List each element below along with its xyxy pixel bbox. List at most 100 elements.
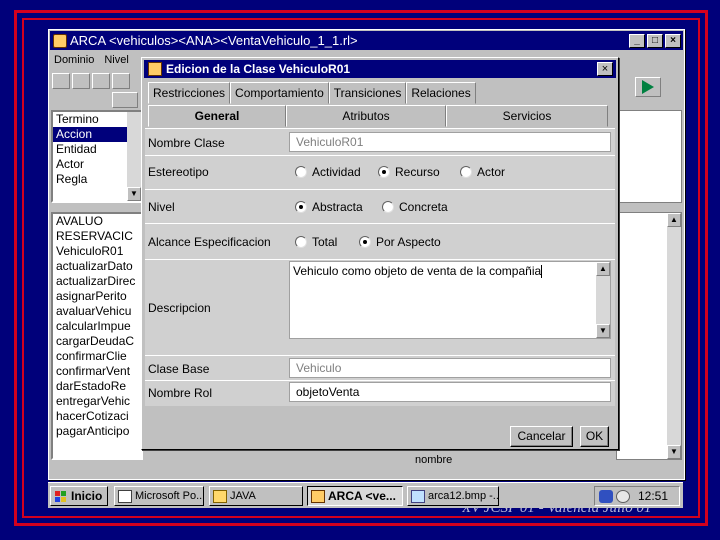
menu-nivel[interactable]: Nivel xyxy=(104,54,128,66)
tab-restricciones[interactable]: Restricciones xyxy=(148,82,231,104)
scroll-down-button[interactable]: ▼ xyxy=(667,445,681,459)
dialog-close-button[interactable]: × xyxy=(597,62,613,76)
main-title: ARCA <vehiculos><ANA><VentaVehiculo_1_1.… xyxy=(70,33,358,48)
list-item[interactable]: confirmarClie xyxy=(53,349,141,364)
nombre-rol-field[interactable]: objetoVenta xyxy=(289,382,611,402)
row-descripcion: Descripcion Vehiculo como objeto de vent… xyxy=(145,260,615,356)
toolbar-button[interactable] xyxy=(52,73,70,89)
scroll-up-button[interactable]: ▲ xyxy=(667,213,681,227)
tab-atributos[interactable]: Atributos xyxy=(286,105,446,127)
windows-logo-icon xyxy=(55,490,66,502)
arrow-right-icon xyxy=(642,80,654,94)
list-item[interactable]: entregarVehic xyxy=(53,394,141,409)
toolbar-button[interactable] xyxy=(92,73,110,89)
row-nivel: Nivel Abstracta Concreta xyxy=(145,190,615,224)
taskbar-item-powerpoint[interactable]: Microsoft Po... xyxy=(114,486,204,506)
right-pane-scrollbar[interactable]: ▲ ▼ xyxy=(667,213,681,459)
maximize-button[interactable]: □ xyxy=(647,33,663,48)
element-list[interactable]: AVALUO RESERVACIC VehiculoR01 actualizar… xyxy=(51,212,143,460)
radio-button[interactable] xyxy=(295,166,307,178)
radio-button[interactable] xyxy=(460,166,472,178)
descripcion-text: Vehiculo como objeto de venta de la comp… xyxy=(293,264,543,279)
nombre-clase-field[interactable]: VehiculoR01 xyxy=(289,132,611,152)
radio-recurso[interactable]: Recurso xyxy=(378,165,440,179)
app-icon xyxy=(311,489,325,503)
close-button[interactable]: × xyxy=(665,33,681,48)
radio-button-selected[interactable] xyxy=(378,166,390,178)
descripcion-textarea[interactable]: Vehiculo como objeto de venta de la comp… xyxy=(289,261,611,339)
radio-concreta[interactable]: Concreta xyxy=(382,200,448,214)
label-descripcion: Descripcion xyxy=(148,301,211,315)
list-item[interactable]: RESERVACIC xyxy=(53,229,141,244)
type-list-scrollbar[interactable]: ▼ xyxy=(127,112,141,201)
start-button[interactable]: Inicio xyxy=(50,486,108,506)
toolbar-button[interactable] xyxy=(72,73,90,89)
radio-actividad[interactable]: Actividad xyxy=(295,165,361,179)
list-item[interactable]: confirmarVent xyxy=(53,364,141,379)
list-item[interactable]: hacerCotizaci xyxy=(53,409,141,424)
scroll-down-button[interactable]: ▼ xyxy=(127,187,141,201)
taskbar-item-arca[interactable]: ARCA <ve... xyxy=(307,486,403,506)
scroll-up-button[interactable]: ▲ xyxy=(596,262,610,276)
main-titlebar: ARCA <vehiculos><ANA><VentaVehiculo_1_1.… xyxy=(50,31,683,50)
general-form: Nombre Clase VehiculoR01 Estereotipo Act… xyxy=(145,128,615,406)
app-icon xyxy=(148,62,162,76)
radio-total[interactable]: Total xyxy=(295,235,337,249)
taskbar-item-java[interactable]: JAVA xyxy=(209,486,303,506)
clock: 12:51 xyxy=(638,489,669,503)
list-item[interactable]: calcularImpue xyxy=(53,319,141,334)
list-item[interactable]: actualizarDirec xyxy=(53,274,141,289)
list-item[interactable]: darEstadoRe xyxy=(53,379,141,394)
tab-transiciones[interactable]: Transiciones xyxy=(328,82,407,104)
list-item[interactable]: cargarDeudaC xyxy=(53,334,141,349)
row-clase-base: Clase Base Vehiculo xyxy=(145,356,615,381)
radio-actor[interactable]: Actor xyxy=(460,165,505,179)
scroll-down-button[interactable]: ▼ xyxy=(596,324,610,338)
list-view-button[interactable] xyxy=(112,92,138,108)
toolbar-button[interactable] xyxy=(112,73,130,89)
menubar: Dominio Nivel xyxy=(50,51,145,69)
list-item[interactable]: avaluarVehicu xyxy=(53,304,141,319)
magnifier-icon[interactable] xyxy=(616,489,630,503)
list-item[interactable]: pagarAnticipo xyxy=(53,424,141,439)
tab-comportamiento[interactable]: Comportamiento xyxy=(230,82,329,104)
dialog-titlebar: Edicion de la Clase VehiculoR01 × xyxy=(144,60,616,78)
folder-icon xyxy=(213,489,227,503)
list-item[interactable]: asignarPerito xyxy=(53,289,141,304)
radio-button[interactable] xyxy=(382,201,394,213)
descripcion-scrollbar[interactable]: ▲ ▼ xyxy=(596,262,610,338)
taskbar-item-bitmap[interactable]: arca12.bmp -... xyxy=(407,486,499,506)
radio-button[interactable] xyxy=(295,236,307,248)
radio-por-aspecto[interactable]: Por Aspecto xyxy=(359,235,441,249)
bottom-label: nombre xyxy=(415,454,453,466)
row-nombre-clase: Nombre Clase VehiculoR01 xyxy=(145,129,615,156)
sub-tabs: General Atributos Servicios xyxy=(148,105,608,127)
list-item[interactable]: AVALUO xyxy=(53,214,141,229)
element-type-list[interactable]: Termino Accion Entidad Actor Regla ▼ xyxy=(51,110,143,203)
radio-label: Concreta xyxy=(399,200,448,214)
radio-label: Total xyxy=(312,235,338,249)
label-nombre-rol: Nombre Rol xyxy=(148,386,213,400)
cancel-button[interactable]: Cancelar xyxy=(510,426,573,447)
list-item[interactable]: actualizarDato xyxy=(53,259,141,274)
radio-label: Abstracta xyxy=(312,200,363,214)
list-item[interactable]: VehiculoR01 xyxy=(53,244,141,259)
clase-base-field[interactable]: Vehiculo xyxy=(289,358,611,378)
minimize-button[interactable]: _ xyxy=(629,33,645,48)
label-clase-base: Clase Base xyxy=(148,362,210,376)
tab-relaciones[interactable]: Relaciones xyxy=(406,82,476,104)
radio-label: Recurso xyxy=(395,165,440,179)
menu-dominio[interactable]: Dominio xyxy=(54,54,94,66)
shield-icon[interactable] xyxy=(599,489,613,503)
row-estereotipo: Estereotipo Actividad Recurso Actor xyxy=(145,156,615,190)
radio-button-selected[interactable] xyxy=(295,201,307,213)
radio-abstracta[interactable]: Abstracta xyxy=(295,200,363,214)
label-alcance: Alcance Especificacion xyxy=(148,235,271,249)
row-nombre-rol: Nombre Rol objetoVenta xyxy=(145,381,615,407)
forward-arrow-button[interactable] xyxy=(635,77,661,97)
tab-general[interactable]: General xyxy=(148,105,286,127)
right-lower-pane: ▲ ▼ xyxy=(616,212,682,460)
tab-servicios[interactable]: Servicios xyxy=(446,105,608,127)
ok-button[interactable]: OK xyxy=(580,426,609,447)
radio-button-selected[interactable] xyxy=(359,236,371,248)
